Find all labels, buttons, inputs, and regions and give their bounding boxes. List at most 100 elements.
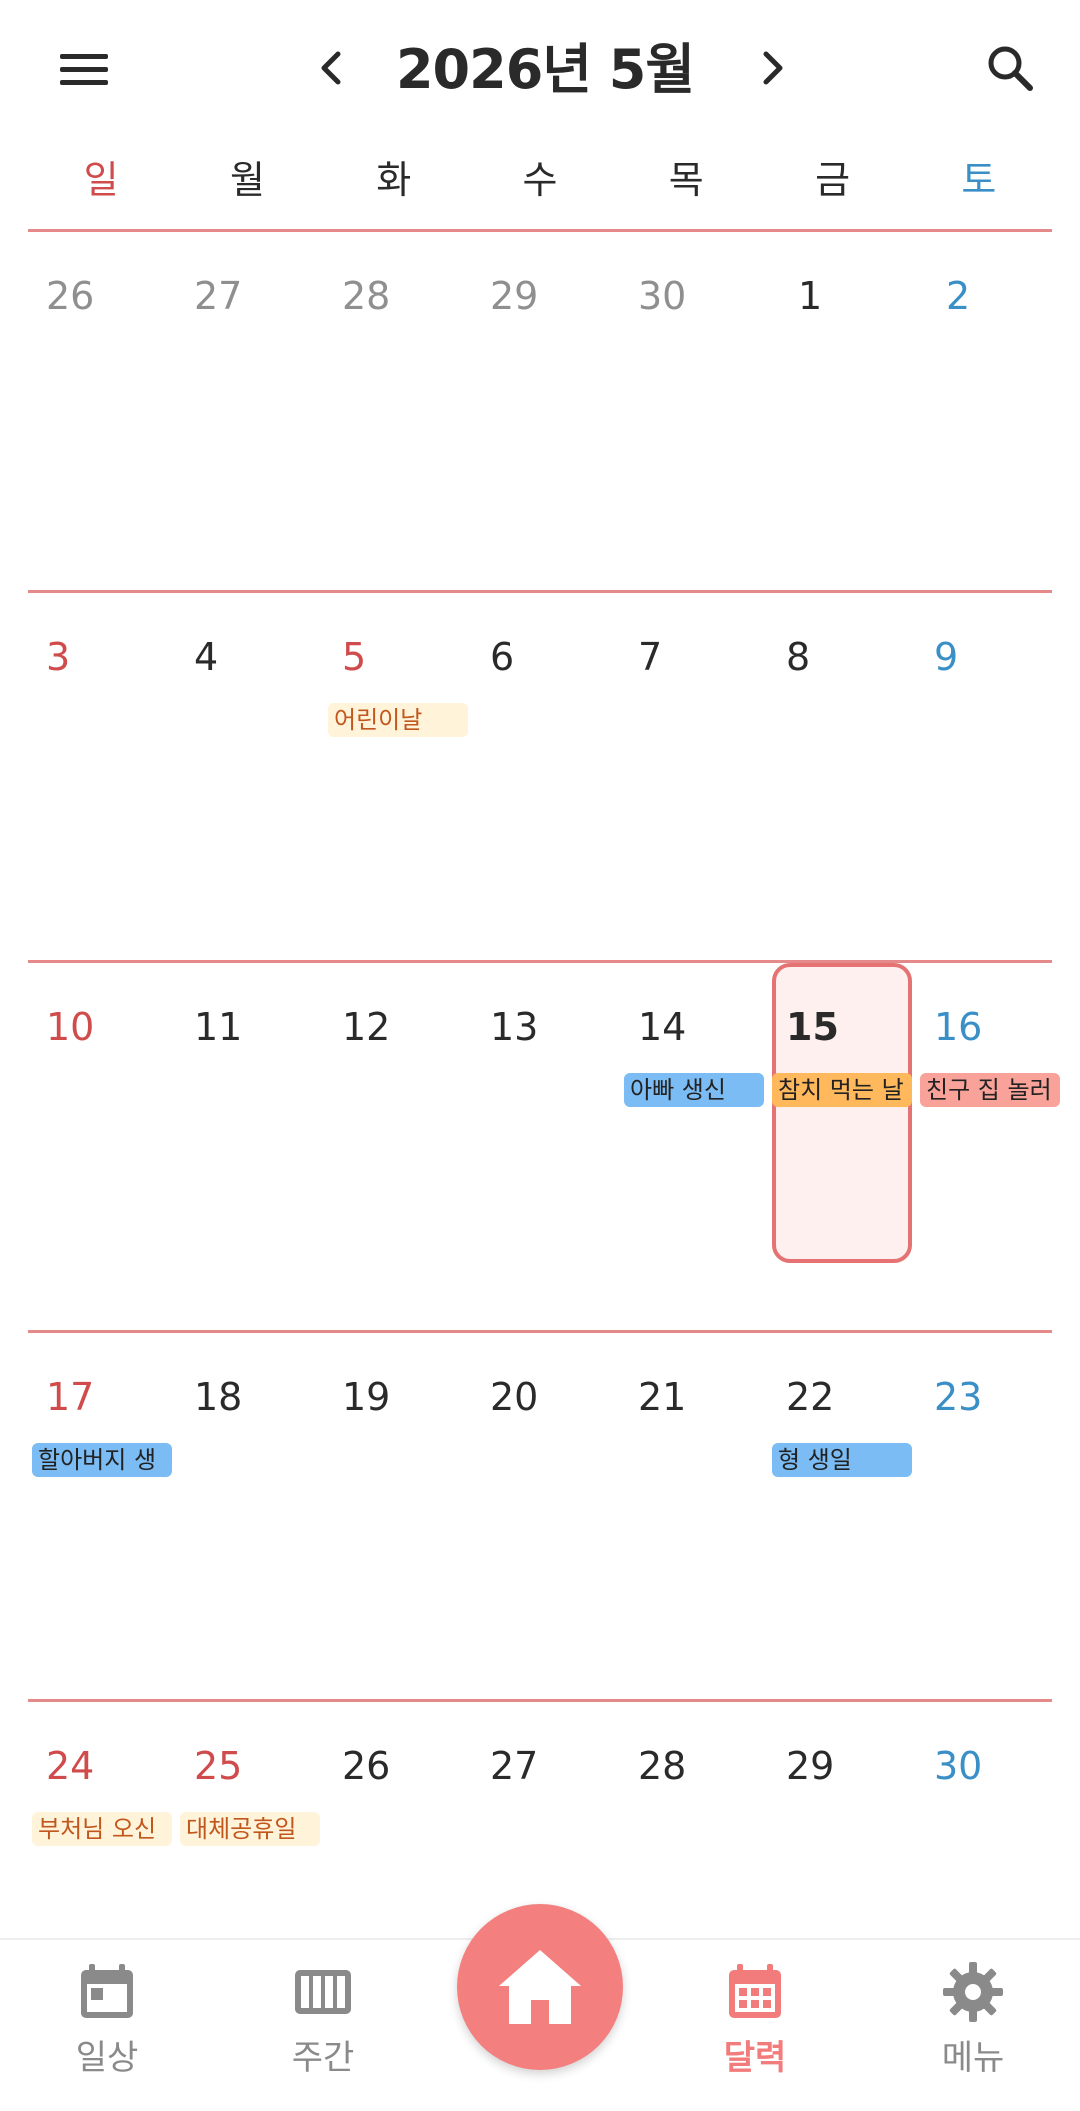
month-title[interactable]: 2026년 5월: [380, 30, 710, 110]
weekday-header: 일 월 화 수 목 금 토: [28, 140, 1052, 230]
week-columns-icon: [295, 1970, 351, 2014]
day-number: 19: [342, 1375, 391, 1419]
day-number: 23: [934, 1375, 983, 1419]
day-number: 18: [194, 1375, 243, 1419]
day-number: 28: [342, 274, 391, 318]
week-row-5: 24 부처님 오신 25 대체공휴일 26 27 28 29 30: [28, 1702, 1052, 1932]
day-cell[interactable]: 16 친구 집 놀러: [916, 963, 1064, 1333]
day-number: 14: [638, 1005, 687, 1049]
weekday-wednesday: 수: [522, 158, 558, 202]
day-number: 6: [490, 635, 515, 679]
day-number: 22: [786, 1375, 835, 1419]
day-cell[interactable]: 25 대체공휴일: [176, 1702, 324, 1932]
day-cell[interactable]: 22 형 생일: [768, 1333, 916, 1703]
day-number: 21: [638, 1375, 687, 1419]
week-row-1: 26 27 28 29 30 1 2: [28, 232, 1052, 602]
top-bar: 2026년 5월: [0, 0, 1080, 140]
day-cell[interactable]: 10: [28, 963, 176, 1333]
day-cell[interactable]: 17 할아버지 생: [28, 1333, 176, 1703]
day-cell[interactable]: 27: [176, 232, 324, 602]
day-number: 30: [934, 1744, 983, 1788]
nav-daily[interactable]: 일상: [32, 1960, 182, 2100]
day-cell[interactable]: 8: [768, 593, 916, 963]
day-number: 27: [194, 274, 243, 318]
day-cell[interactable]: 12: [324, 963, 472, 1333]
week-row-3: 10 11 12 13 14 아빠 생신 15 참치 먹는 날 16 친구 집 …: [28, 963, 1060, 1333]
day-number: 16: [934, 1005, 983, 1049]
day-cell[interactable]: 30: [916, 1702, 1064, 1932]
day-number: 11: [194, 1005, 243, 1049]
chevron-left-icon[interactable]: [302, 38, 362, 98]
day-number: 17: [46, 1375, 95, 1419]
day-number: 13: [490, 1005, 539, 1049]
day-cell[interactable]: 23: [916, 1333, 1064, 1703]
day-number: 28: [638, 1744, 687, 1788]
day-cell[interactable]: 14 아빠 생신: [620, 963, 768, 1333]
day-number: 5: [342, 635, 367, 679]
nav-calendar[interactable]: 달력: [680, 1960, 830, 2100]
day-number: 30: [638, 274, 687, 318]
day-cell[interactable]: 28: [324, 232, 472, 602]
day-number: 29: [786, 1744, 835, 1788]
home-button[interactable]: [457, 1904, 623, 2070]
day-number: 4: [194, 635, 219, 679]
home-icon: [499, 1950, 581, 2024]
day-number: 10: [46, 1005, 95, 1049]
day-cell[interactable]: 27: [472, 1702, 620, 1932]
nav-label: 달력: [723, 2038, 787, 2078]
chevron-right-icon[interactable]: [742, 38, 802, 98]
day-cell[interactable]: 2: [916, 232, 1064, 602]
day-cell[interactable]: 3: [28, 593, 176, 963]
day-cell[interactable]: 21: [620, 1333, 768, 1703]
day-cell[interactable]: 5 어린이날: [324, 593, 472, 963]
day-cell[interactable]: 11: [176, 963, 324, 1333]
day-cell[interactable]: 29: [472, 232, 620, 602]
menu-icon[interactable]: [48, 40, 120, 96]
weekday-thursday: 목: [668, 158, 704, 202]
day-number: 27: [490, 1744, 539, 1788]
day-number: 29: [490, 274, 539, 318]
weekday-monday: 월: [229, 158, 265, 202]
day-number: 2: [946, 274, 971, 318]
day-cell[interactable]: 6: [472, 593, 620, 963]
search-icon[interactable]: [980, 38, 1040, 98]
day-cell[interactable]: 1: [768, 232, 916, 602]
event-label[interactable]: 할아버지 생: [32, 1443, 172, 1477]
gear-icon: [943, 1962, 1003, 2022]
day-cell[interactable]: 13: [472, 963, 620, 1333]
day-cell[interactable]: 20: [472, 1333, 620, 1703]
day-cell[interactable]: 26: [28, 232, 176, 602]
weekday-saturday: 토: [961, 158, 997, 202]
day-cell[interactable]: 9: [916, 593, 1064, 963]
calendar-day-icon: [81, 1964, 133, 2018]
day-cell[interactable]: 4: [176, 593, 324, 963]
nav-menu[interactable]: 메뉴: [898, 1960, 1048, 2100]
event-label[interactable]: 대체공휴일: [180, 1812, 320, 1846]
nav-weekly[interactable]: 주간: [248, 1960, 398, 2100]
day-cell[interactable]: 30: [620, 232, 768, 602]
day-cell[interactable]: 26: [324, 1702, 472, 1932]
day-cell[interactable]: 24 부처님 오신: [28, 1702, 176, 1932]
day-cell[interactable]: 28: [620, 1702, 768, 1932]
day-cell[interactable]: 29: [768, 1702, 916, 1932]
day-number-today: 15: [786, 1005, 839, 1049]
event-label[interactable]: 친구 집 놀러: [920, 1073, 1060, 1107]
day-cell[interactable]: 19: [324, 1333, 472, 1703]
day-number: 7: [638, 635, 663, 679]
week-row-4: 17 할아버지 생 18 19 20 21 22 형 생일 23: [28, 1333, 1052, 1703]
event-label[interactable]: 참치 먹는 날: [772, 1073, 912, 1107]
day-cell[interactable]: 18: [176, 1333, 324, 1703]
nav-label: 주간: [291, 2038, 355, 2078]
day-cell-today[interactable]: 15 참치 먹는 날: [768, 963, 916, 1333]
day-cell[interactable]: 7: [620, 593, 768, 963]
day-number: 8: [786, 635, 811, 679]
nav-label: 메뉴: [941, 2038, 1005, 2078]
event-label[interactable]: 형 생일: [772, 1443, 912, 1477]
day-number: 3: [46, 635, 71, 679]
event-label[interactable]: 부처님 오신: [32, 1812, 172, 1846]
event-label[interactable]: 어린이날: [328, 703, 468, 737]
day-number: 25: [194, 1744, 243, 1788]
event-label[interactable]: 아빠 생신: [624, 1073, 764, 1107]
day-number: 12: [342, 1005, 391, 1049]
day-number: 1: [798, 274, 823, 318]
